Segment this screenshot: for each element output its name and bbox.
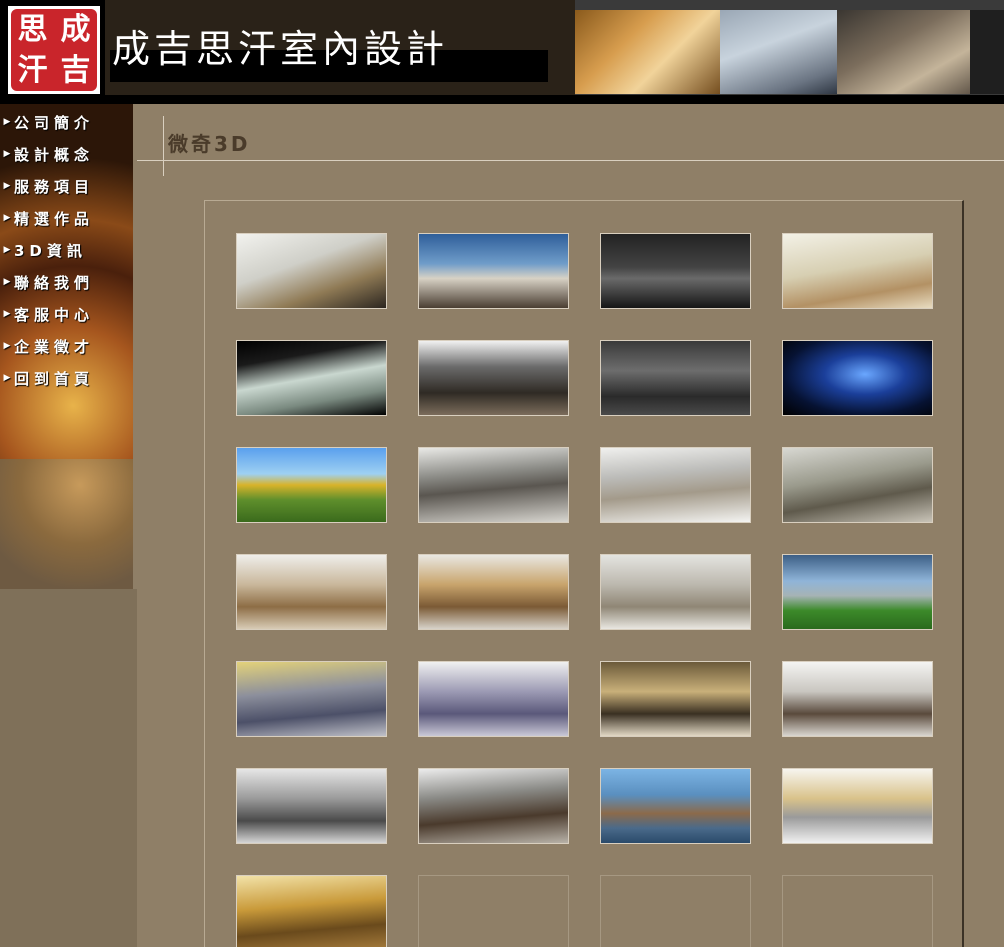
sidebar-item-label: 公司簡介 xyxy=(14,113,95,132)
thumbnail-study-shelf-render[interactable] xyxy=(418,768,569,844)
sidebar-item-label: 3D資訊 xyxy=(14,241,87,260)
thumbnail-corridor-render[interactable] xyxy=(600,340,751,416)
site-title: 成吉思汗室內設計 xyxy=(112,27,449,71)
sidebar-item-design-concept[interactable]: ▶ 設計概念 xyxy=(0,138,133,170)
header-photo-edge xyxy=(970,10,1004,94)
thumbnail-twin-towers-render[interactable] xyxy=(600,768,751,844)
thumbnail-tv-wall-render[interactable] xyxy=(236,554,387,630)
empty-thumbnail-slot xyxy=(782,875,933,947)
empty-thumbnail-slot xyxy=(418,875,569,947)
thumbnail-staircase-render[interactable] xyxy=(236,875,387,947)
logo-seal: 思 成 汗 吉 xyxy=(11,9,97,91)
thumbnail-kitchen-dining-render[interactable] xyxy=(600,554,751,630)
arrow-right-icon: ▶ xyxy=(3,117,11,127)
arrow-right-icon: ▶ xyxy=(3,277,11,287)
sidebar-item-featured-works[interactable]: ▶ 精選作品 xyxy=(0,202,133,234)
thumbnail-dark-dining-room-render[interactable] xyxy=(418,340,569,416)
sidebar-item-label: 精選作品 xyxy=(14,209,95,228)
thumbnail-gallery xyxy=(204,200,964,947)
sidebar-item-label: 客服中心 xyxy=(14,305,95,324)
sidebar-item-label: 設計概念 xyxy=(14,145,95,164)
logo-char: 汗 xyxy=(17,52,48,88)
arrow-right-icon: ▶ xyxy=(3,149,11,159)
arrow-right-icon: ▶ xyxy=(3,373,11,383)
thumbnail-living-gray-render[interactable] xyxy=(236,768,387,844)
arrow-right-icon: ▶ xyxy=(3,245,11,255)
thumbnail-bathroom-render[interactable] xyxy=(600,661,751,737)
thumbnail-living-room-window-render[interactable] xyxy=(600,447,751,523)
thumbnail-bright-living-render[interactable] xyxy=(782,768,933,844)
thumbnail-dining-pendant-render[interactable] xyxy=(782,661,933,737)
sidebar-item-company-intro[interactable]: ▶ 公司簡介 xyxy=(0,106,133,138)
sidebar-item-careers[interactable]: ▶ 企業徵才 xyxy=(0,330,133,362)
arrow-right-icon: ▶ xyxy=(3,213,11,223)
thumbnail-villa-pool-render[interactable] xyxy=(782,554,933,630)
sidebar-lower-block xyxy=(0,589,137,947)
sidebar-nav: ▶ 公司簡介 ▶ 設計概念 ▶ 服務項目 ▶ 精選作品 ▶ 3D資訊 ▶ 聯絡我… xyxy=(0,106,133,394)
logo-char: 吉 xyxy=(60,52,91,88)
title-divider-vertical xyxy=(163,116,164,176)
sidebar-lower-artwork xyxy=(0,459,133,589)
sidebar-item-label: 聯絡我們 xyxy=(14,273,95,292)
thumbnail-townhouse-exterior-render[interactable] xyxy=(418,233,569,309)
living-room-photo xyxy=(575,10,725,94)
sidebar-item-customer-service[interactable]: ▶ 客服中心 xyxy=(0,298,133,330)
logo[interactable]: 思 成 汗 吉 xyxy=(8,6,100,94)
thumbnail-blue-kitchen-render[interactable] xyxy=(236,661,387,737)
thumbnail-dark-showroom-render[interactable] xyxy=(600,233,751,309)
thumbnail-dining-balcony-render[interactable] xyxy=(782,447,933,523)
thumbnail-cafe-terrace-render[interactable] xyxy=(236,447,387,523)
logo-char: 思 xyxy=(17,11,48,47)
thumbnail-purple-kitchen-render[interactable] xyxy=(418,661,569,737)
sidebar-item-label: 服務項目 xyxy=(14,177,95,196)
header: 思 成 汗 吉 成吉思汗室內設計 xyxy=(0,0,1004,104)
arrow-right-icon: ▶ xyxy=(3,181,11,191)
title-divider-horizontal xyxy=(137,160,1004,161)
thumbnail-living-wood-panel-render[interactable] xyxy=(418,554,569,630)
lounge-photo xyxy=(837,10,977,94)
thumbnail-living-room-white-sofa-render[interactable] xyxy=(418,447,569,523)
page-title: 微奇3D xyxy=(168,132,251,156)
sidebar-item-services[interactable]: ▶ 服務項目 xyxy=(0,170,133,202)
arrow-right-icon: ▶ xyxy=(3,309,11,319)
thumbnail-glass-building-render[interactable] xyxy=(236,340,387,416)
thumbnail-living-dining-render[interactable] xyxy=(782,233,933,309)
sidebar-item-contact-us[interactable]: ▶ 聯絡我們 xyxy=(0,266,133,298)
office-photo xyxy=(720,10,840,94)
sidebar-item-home[interactable]: ▶ 回到首頁 xyxy=(0,362,133,394)
sidebar-item-label: 回到首頁 xyxy=(14,369,95,388)
arrow-right-icon: ▶ xyxy=(3,341,11,351)
sidebar-item-label: 企業徵才 xyxy=(14,337,95,356)
empty-thumbnail-slot xyxy=(600,875,751,947)
logo-char: 成 xyxy=(60,11,91,47)
thumbnail-exhibition-booth-render[interactable] xyxy=(782,340,933,416)
thumbnail-white-ceiling-office-render[interactable] xyxy=(236,233,387,309)
sidebar-item-3d-info[interactable]: ▶ 3D資訊 xyxy=(0,234,133,266)
header-photo-strip xyxy=(575,0,1004,95)
